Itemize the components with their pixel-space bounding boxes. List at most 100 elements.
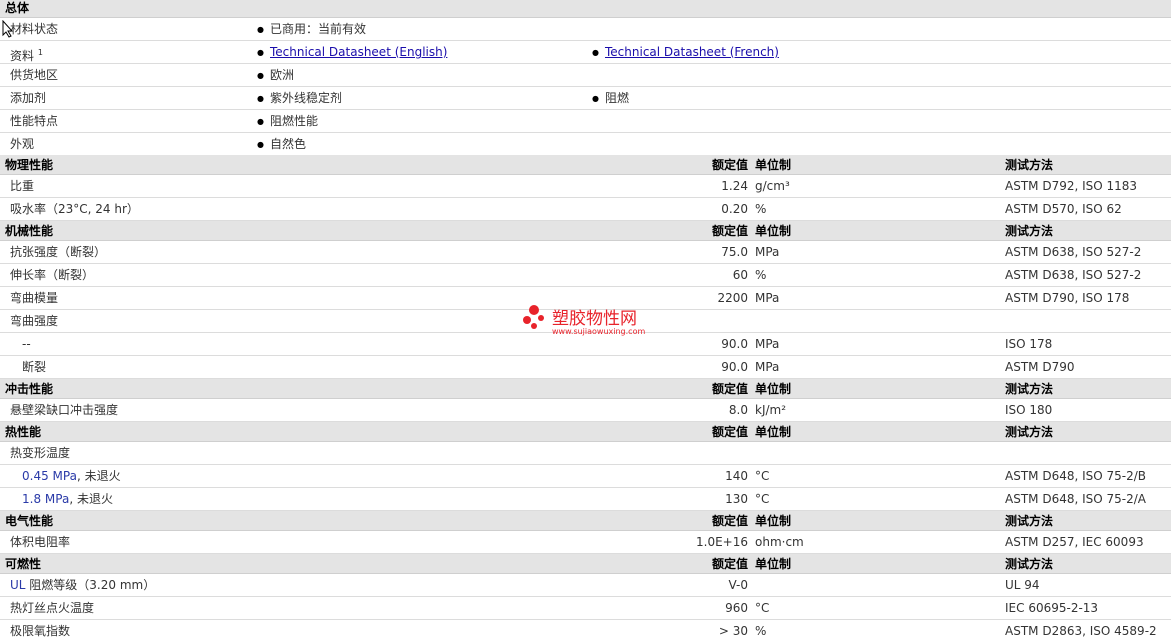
property-value: 1.0E+16 (696, 535, 748, 549)
value-column-header: 额定值 (711, 514, 748, 528)
section-title: 热性能 (5, 425, 42, 439)
property-value: 90.0 (721, 337, 748, 351)
property-unit: MPa (755, 245, 780, 259)
section-header-electrical: 电气性能 额定值 单位制 测试方法 (0, 511, 1171, 531)
property-unit: MPa (755, 337, 780, 351)
property-unit: °C (755, 601, 770, 615)
list-item[interactable]: Technical Datasheet (French) (592, 41, 779, 64)
list-item: 自然色 (257, 133, 306, 156)
property-value: 75.0 (721, 245, 748, 259)
list-item: 阻燃性能 (257, 110, 318, 133)
section-title: 机械性能 (5, 224, 54, 238)
test-method: ASTM D257, IEC 60093 (1005, 535, 1144, 549)
list-item: 紫外线稳定剂 (257, 87, 342, 110)
test-method: ASTM D638, ISO 527-2 (1005, 268, 1142, 282)
row-features: 性能特点 阻燃性能 (0, 110, 1171, 133)
list-item[interactable]: Technical Datasheet (English) (257, 41, 447, 64)
property-unit: % (755, 202, 767, 216)
property-label: 悬壁梁缺口冲击强度 (10, 403, 119, 417)
test-method: UL 94 (1005, 578, 1040, 592)
property-value: V-0 (728, 578, 748, 592)
table-row: 吸水率（23°C, 24 hr） 0.20 % ASTM D570, ISO 6… (0, 198, 1171, 221)
property-label: 比重 (10, 179, 35, 193)
test-method: ISO 178 (1005, 337, 1053, 351)
unit-column-header: 单位制 (755, 382, 792, 396)
property-value: 2200 (717, 291, 748, 305)
property-value: > 30 (718, 624, 748, 638)
row-documents: 资料 1 Technical Datasheet (English) Techn… (0, 41, 1171, 64)
property-sublabel: 0.45 MPa, 未退火 (22, 469, 121, 483)
value-column-header: 额定值 (711, 425, 748, 439)
table-row: UL 阻燃等级（3.20 mm） V-0 UL 94 (0, 574, 1171, 597)
table-row: 伸长率（断裂） 60 % ASTM D638, ISO 527-2 (0, 264, 1171, 287)
property-unit: kJ/m² (755, 403, 787, 417)
property-value: 130 (725, 492, 748, 506)
method-column-header: 测试方法 (1005, 425, 1054, 439)
value-column-header: 额定值 (711, 382, 748, 396)
property-sublabel: 1.8 MPa, 未退火 (22, 492, 113, 506)
table-row: 悬壁梁缺口冲击强度 8.0 kJ/m² ISO 180 (0, 399, 1171, 422)
property-label: 极限氧指数 (10, 624, 71, 638)
section-title: 冲击性能 (5, 382, 54, 396)
cursor-icon (2, 20, 14, 38)
section-header-flammability: 可燃性 额定值 单位制 测试方法 (0, 554, 1171, 574)
property-unit: g/cm³ (755, 179, 790, 193)
test-method: ASTM D570, ISO 62 (1005, 202, 1122, 216)
table-row: 体积电阻率 1.0E+16 ohm·cm ASTM D257, IEC 6009… (0, 531, 1171, 554)
row-label: 材料状态 (10, 22, 59, 36)
section-header-physical: 物理性能 额定值 单位制 测试方法 (0, 155, 1171, 175)
table-row: -- 90.0 MPa ISO 178 (0, 333, 1171, 356)
method-column-header: 测试方法 (1005, 158, 1054, 172)
test-method: ASTM D790, ISO 178 (1005, 291, 1130, 305)
table-row: 抗张强度（断裂） 75.0 MPa ASTM D638, ISO 527-2 (0, 241, 1171, 264)
property-unit: °C (755, 492, 770, 506)
property-value: 960 (725, 601, 748, 615)
table-row: 断裂 90.0 MPa ASTM D790 (0, 356, 1171, 379)
property-label: 吸水率（23°C, 24 hr） (10, 202, 139, 216)
property-label: 热灯丝点火温度 (10, 601, 95, 615)
property-label: 伸长率（断裂） (10, 268, 95, 282)
row-label: 性能特点 (10, 114, 59, 128)
general-header: 总体 (0, 0, 1171, 18)
table-row: 极限氧指数 > 30 % ASTM D2863, ISO 4589-2 (0, 620, 1171, 643)
watermark-url: www.sujiaowuxing.com (552, 327, 646, 336)
list-item: 阻燃 (592, 87, 629, 110)
table-row: 热变形温度 (0, 442, 1171, 465)
property-unit: °C (755, 469, 770, 483)
list-item: 已商用：当前有效 (257, 18, 366, 41)
section-header-mechanical: 机械性能 额定值 单位制 测试方法 (0, 221, 1171, 241)
property-sublabel: -- (22, 337, 31, 351)
value-column-header: 额定值 (711, 224, 748, 238)
table-row: 比重 1.24 g/cm³ ASTM D792, ISO 1183 (0, 175, 1171, 198)
method-column-header: 测试方法 (1005, 557, 1054, 571)
watermark-logo-icon (523, 305, 544, 329)
row-appearance: 外观 自然色 (0, 133, 1171, 156)
property-unit: MPa (755, 360, 780, 374)
property-value: 60 (732, 268, 748, 282)
property-label: UL 阻燃等级（3.20 mm） (10, 578, 156, 592)
property-value: 0.20 (721, 202, 748, 216)
footnote-marker: 1 (37, 48, 43, 57)
property-label: 弯曲模量 (10, 291, 59, 305)
property-label: 热变形温度 (10, 446, 71, 460)
test-method: ASTM D792, ISO 1183 (1005, 179, 1138, 193)
datasheet-french-link[interactable]: Technical Datasheet (French) (605, 45, 779, 59)
test-method: ASTM D790 (1005, 360, 1075, 374)
method-column-header: 测试方法 (1005, 514, 1054, 528)
test-method: ASTM D2863, ISO 4589-2 (1005, 624, 1157, 638)
property-unit: ohm·cm (755, 535, 804, 549)
property-unit: MPa (755, 291, 780, 305)
property-value: 90.0 (721, 360, 748, 374)
test-method: ASTM D648, ISO 75-2/A (1005, 492, 1146, 506)
test-method: IEC 60695-2-13 (1005, 601, 1099, 615)
watermark-name: 塑胶物性网 (552, 309, 637, 329)
property-sublabel: 断裂 (22, 360, 47, 374)
row-label: 外观 (10, 137, 35, 151)
unit-column-header: 单位制 (755, 425, 792, 439)
section-header-thermal: 热性能 额定值 单位制 测试方法 (0, 422, 1171, 442)
row-material-status: 材料状态 已商用：当前有效 (0, 18, 1171, 41)
method-column-header: 测试方法 (1005, 382, 1054, 396)
unit-column-header: 单位制 (755, 158, 792, 172)
row-label: 添加剂 (10, 91, 47, 105)
datasheet-english-link[interactable]: Technical Datasheet (English) (270, 45, 447, 59)
